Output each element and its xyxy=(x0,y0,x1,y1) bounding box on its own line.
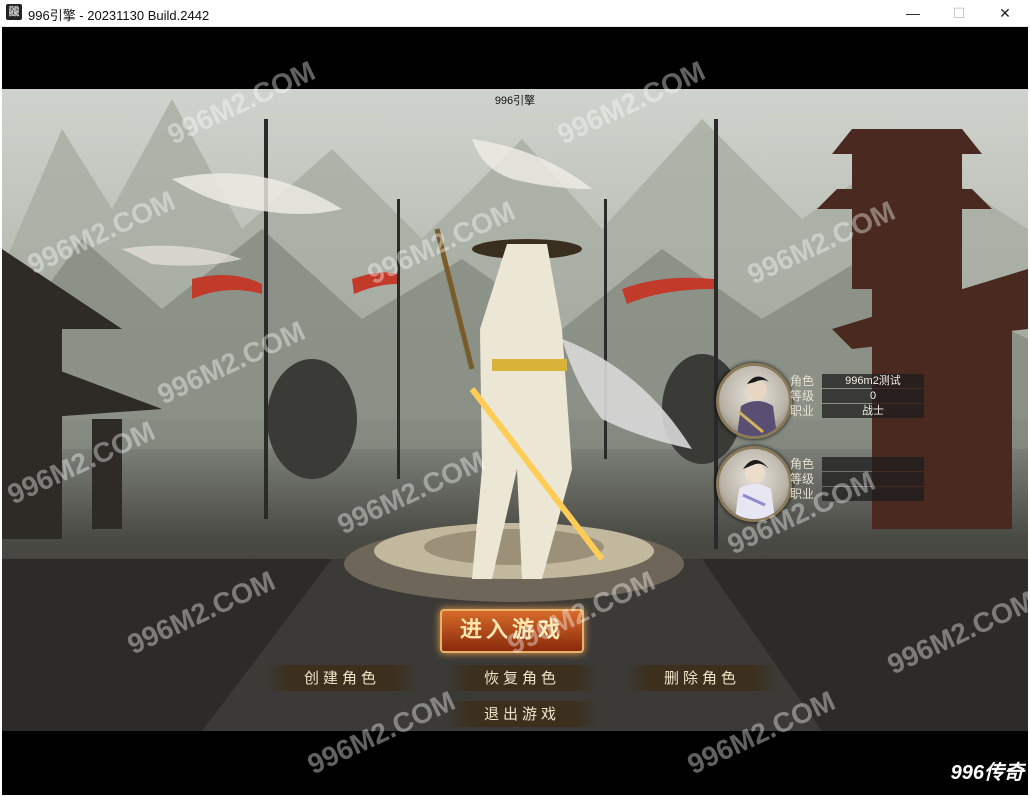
brand-label: 996传奇 xyxy=(950,762,1024,784)
close-button[interactable]: ✕ xyxy=(982,0,1028,26)
character-info: 角色 996m2测试 等级 0 职业 战士 xyxy=(790,373,924,418)
level-value xyxy=(822,471,924,486)
enter-game-button[interactable]: 进入游戏 xyxy=(440,609,584,653)
game-client: 996引擎 角色 996m2测试 等级 0 职业 战士 角色 等级 职业 进入游… xyxy=(2,27,1028,795)
character-select-scene: 996引擎 角色 996m2测试 等级 0 职业 战士 角色 等级 职业 进入游… xyxy=(2,89,1028,731)
info-row-level: 等级 xyxy=(790,471,924,486)
info-row-name: 角色 xyxy=(790,456,924,471)
warrior-portrait-icon xyxy=(737,376,777,436)
delete-character-button[interactable]: 删除角色 xyxy=(627,665,777,691)
character-info: 角色 等级 职业 xyxy=(790,456,924,501)
window-titlebar: 龖 996引擎 - 20231130 Build.2442 — ☐ ✕ xyxy=(0,0,1030,27)
class-key: 职业 xyxy=(790,404,815,418)
info-row-class: 职业 xyxy=(790,486,924,501)
name-value xyxy=(822,456,924,471)
app-icon: 龖 xyxy=(6,4,22,20)
name-value: 996m2测试 xyxy=(822,373,924,388)
window-title: 996引擎 - 20231130 Build.2442 xyxy=(28,8,210,23)
info-row-level: 等级 0 xyxy=(790,388,924,403)
info-row-class: 职业 战士 xyxy=(790,403,924,418)
class-value: 战士 xyxy=(822,403,924,418)
character-portrait[interactable] xyxy=(716,363,792,439)
character-slot-2[interactable]: 角色 等级 职业 xyxy=(714,444,924,522)
scene-caption: 996引擎 xyxy=(494,95,536,107)
level-value: 0 xyxy=(822,388,924,403)
restore-character-button[interactable]: 恢复角色 xyxy=(447,665,597,691)
mage-portrait-icon xyxy=(735,460,775,519)
minimize-button[interactable]: — xyxy=(890,0,936,26)
info-row-name: 角色 996m2测试 xyxy=(790,373,924,388)
class-value xyxy=(822,486,924,501)
class-key: 职业 xyxy=(790,487,815,501)
character-portrait[interactable] xyxy=(716,446,792,522)
maximize-button[interactable]: ☐ xyxy=(936,0,982,26)
create-character-button[interactable]: 创建角色 xyxy=(267,665,417,691)
character-slot-1[interactable]: 角色 996m2测试 等级 0 职业 战士 xyxy=(714,361,924,439)
exit-game-button[interactable]: 退出游戏 xyxy=(447,701,597,727)
